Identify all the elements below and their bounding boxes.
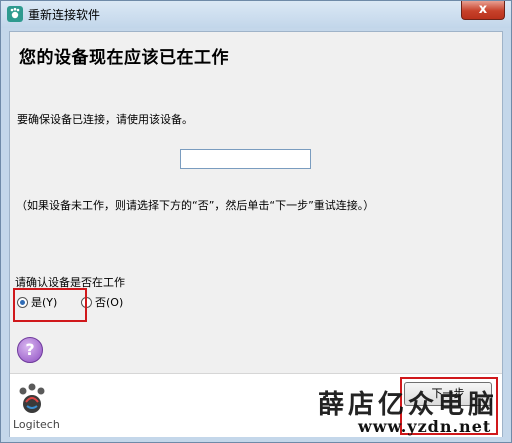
hint-text: （如果设备未工作，则请选择下方的“否”，然后单击“下一步”重试连接。） xyxy=(16,199,375,212)
radio-no-label: 否(O) xyxy=(95,296,124,309)
footer-bar: Logitech 下一步 薛店亿众电脑 www.yzdn.net xyxy=(10,373,502,437)
logitech-app-icon xyxy=(7,6,23,22)
dialog-window: 重新连接软件 x 您的设备现在应该已在工作 要确保设备已连接，请使用该设备。 （… xyxy=(0,0,512,443)
title-bar[interactable]: 重新连接软件 x xyxy=(1,1,511,28)
close-button[interactable]: x xyxy=(461,1,505,20)
radio-no[interactable]: 否(O) xyxy=(81,294,123,310)
page-title: 您的设备现在应该已在工作 xyxy=(19,48,229,68)
yes-highlight-box xyxy=(13,288,87,322)
content-panel: 您的设备现在应该已在工作 要确保设备已连接，请使用该设备。 （如果设备未工作，则… xyxy=(9,31,503,437)
logitech-logo-icon xyxy=(14,380,50,422)
watermark-url: www.yzdn.net xyxy=(358,417,492,436)
close-icon: x xyxy=(478,2,488,17)
logo-text: Logitech xyxy=(13,418,60,431)
instruction-text: 要确保设备已连接，请使用该设备。 xyxy=(17,113,193,126)
window-title: 重新连接软件 xyxy=(28,8,101,22)
watermark-text: 薛店亿众电脑 xyxy=(318,390,499,420)
help-icon[interactable]: ? xyxy=(17,337,43,363)
test-input[interactable] xyxy=(180,149,311,169)
